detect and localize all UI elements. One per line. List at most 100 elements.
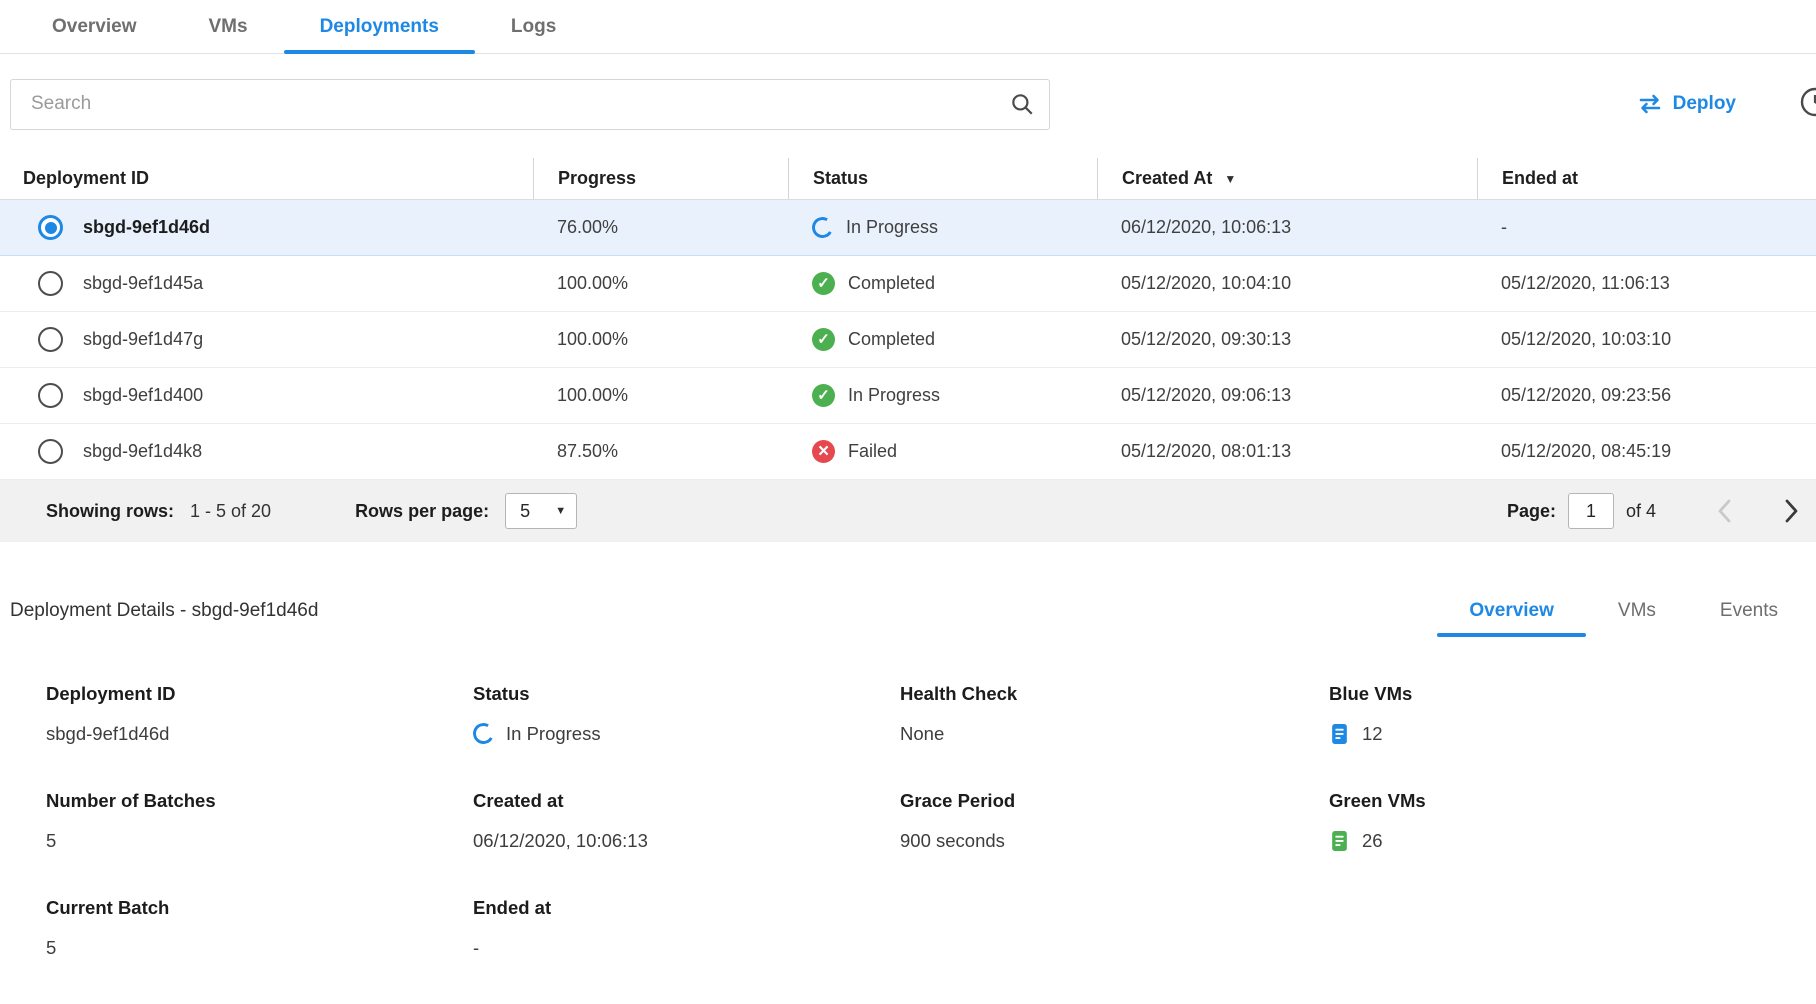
detail-field-green-vms: Green VMs26 (1329, 790, 1816, 853)
status-cell: ✓ Completed (788, 272, 1097, 295)
tab-label: VMs (209, 16, 248, 38)
chevron-down-icon: ▼ (555, 505, 566, 517)
deployment-id-cell: sbgd-9ef1d47g (0, 327, 533, 352)
failed-cross-icon: × (812, 440, 835, 463)
deployment-id: sbgd-9ef1d47g (83, 329, 203, 350)
status-text: Completed (848, 273, 935, 294)
in-progress-spinner-icon (810, 215, 836, 241)
detail-field-deployment-id: Deployment IDsbgd-9ef1d46d (46, 683, 473, 746)
tab-vms[interactable]: VMs (173, 0, 284, 53)
table-row[interactable]: sbgd-9ef1d4k8 87.50% × Failed 05/12/2020, 08… (0, 424, 1816, 480)
deployment-details-section: Deployment Details - sbgd-9ef1d46d Overv… (0, 600, 1816, 1004)
row-radio[interactable] (38, 327, 63, 352)
deployment-id-cell: sbgd-9ef1d46d (0, 215, 533, 240)
detail-field-value: 06/12/2020, 10:06:13 (473, 828, 900, 853)
deploy-button[interactable]: Deploy (1638, 93, 1736, 115)
tab-label: Logs (511, 16, 556, 38)
detail-field-label: Blue VMs (1329, 683, 1816, 705)
search-box[interactable] (10, 79, 1050, 130)
detail-field-value: 12 (1329, 721, 1816, 746)
ended-at-cell: 05/12/2020, 10:03:10 (1477, 329, 1816, 350)
status-text: In Progress (848, 385, 940, 406)
search-input[interactable] (29, 92, 999, 116)
details-tab-label: VMs (1618, 600, 1656, 621)
detail-field-created-at: Created at 06/12/2020, 10:06:13 (473, 790, 900, 853)
table-row[interactable]: sbgd-9ef1d45a100.00%✓Completed05/12/2020… (0, 256, 1816, 312)
detail-field-value: - (473, 935, 900, 960)
detail-field-current-batch: Current Batch5 (46, 897, 473, 960)
deployment-id-cell: sbgd-9ef1d400 (0, 383, 533, 408)
table-row[interactable]: sbgd-9ef1d400 100.00%✓In Progress 05/12/20… (0, 368, 1816, 424)
completed-check-icon: ✓ (812, 272, 835, 295)
detail-field-health-check: Health CheckNone (900, 683, 1329, 746)
detail-field-status: Status In Progress (473, 683, 900, 746)
details-tab-label: Overview (1469, 600, 1554, 621)
detail-field-ended-at: Ended at - (473, 897, 900, 960)
details-tab-overview[interactable]: Overview (1437, 600, 1586, 637)
row-radio[interactable] (38, 383, 63, 408)
row-radio[interactable] (38, 439, 63, 464)
progress-cell: 76.00% (533, 217, 788, 238)
status-cell: In Progress (788, 217, 1097, 238)
detail-field-value-text: 900 seconds (900, 830, 1005, 852)
showing-rows-label: Showing rows: (46, 501, 174, 522)
deployment-id: sbgd-9ef1d4k8 (83, 441, 202, 462)
status-text: Failed (848, 441, 897, 462)
created-at-cell: 05/12/2020, 08:01:13 (1097, 441, 1477, 462)
ended-at-cell: 05/12/2020, 08:45:19 (1477, 441, 1816, 462)
showing-rows-value: 1 - 5 of 20 (190, 501, 271, 522)
table-row[interactable]: sbgd-9ef1d47g100.00%✓Completed05/12/2020… (0, 312, 1816, 368)
detail-field-value-text: In Progress (506, 723, 601, 745)
next-page-chevron-icon[interactable] (1785, 499, 1798, 523)
created-at-cell: 05/12/2020, 10:04:10 (1097, 273, 1477, 294)
ended-at-cell: 05/12/2020, 11:06:13 (1477, 273, 1816, 294)
row-radio[interactable] (38, 271, 63, 296)
detail-field-label: Created at (473, 790, 900, 812)
column-header-created-at[interactable]: Created At▼ (1097, 158, 1477, 199)
toolbar: Deploy (10, 78, 1806, 130)
progress-cell: 100.00% (533, 329, 788, 350)
deployment-id: sbgd-9ef1d46d (83, 217, 210, 238)
ended-at-cell: 05/12/2020, 09:23:56 (1477, 385, 1816, 406)
detail-field-value: 5 (46, 828, 473, 853)
page-input[interactable] (1568, 493, 1614, 529)
tab-deployments[interactable]: Deployments (284, 0, 475, 53)
created-at-cell: 06/12/2020, 10:06:13 (1097, 217, 1477, 238)
progress-cell: 100.00% (533, 385, 788, 406)
detail-field-blue-vms: Blue VMs 12 (1329, 683, 1816, 746)
detail-field-label: Status (473, 683, 900, 705)
deployment-id: sbgd-9ef1d400 (83, 385, 203, 406)
ended-at-cell: - (1477, 217, 1816, 238)
detail-field-grace-period: Grace Period900 seconds (900, 790, 1329, 853)
detail-field-value-text: 5 (46, 830, 56, 852)
detail-field-value-text: None (900, 723, 944, 745)
page-total: of 4 (1626, 501, 1656, 522)
created-at-cell: 05/12/2020, 09:30:13 (1097, 329, 1477, 350)
sort-desc-caret-icon: ▼ (1224, 173, 1236, 185)
table-row[interactable]: sbgd-9ef1d46d 76.00%In Progress06/12/2020… (0, 200, 1816, 256)
column-header-progress: Progress (533, 158, 788, 199)
history-clock-icon[interactable] (1799, 86, 1816, 118)
tab-logs[interactable]: Logs (475, 0, 592, 53)
deploy-swap-arrows-icon (1638, 94, 1662, 114)
tab-label: Deployments (320, 16, 439, 38)
rows-per-page-select[interactable]: 5 ▼ (505, 493, 577, 529)
row-radio-selected[interactable] (38, 215, 63, 240)
tab-overview[interactable]: Overview (16, 0, 173, 53)
detail-field-value-text: - (473, 937, 479, 959)
top-tab-bar: Overview VMs Deployments Logs (0, 0, 1816, 54)
column-header-label: Ended at (1502, 168, 1578, 189)
detail-field-label: Green VMs (1329, 790, 1816, 812)
status-cell: ✓In Progress (788, 384, 1097, 407)
detail-field-label: Ended at (473, 897, 900, 919)
details-tab-bar: Overview VMs Events (1437, 600, 1810, 637)
prev-page-chevron-icon[interactable] (1718, 499, 1731, 523)
status-cell: × Failed (788, 440, 1097, 463)
column-header-label: Deployment ID (23, 168, 149, 189)
details-tab-vms[interactable]: VMs (1586, 600, 1688, 637)
details-header: Deployment Details - sbgd-9ef1d46d Overv… (10, 600, 1810, 637)
table-header-row: Deployment IDProgressStatusCreated At▼En… (0, 158, 1816, 200)
detail-field-value-text: 12 (1362, 723, 1383, 745)
progress-cell: 87.50% (533, 441, 788, 462)
details-tab-events[interactable]: Events (1688, 600, 1810, 637)
